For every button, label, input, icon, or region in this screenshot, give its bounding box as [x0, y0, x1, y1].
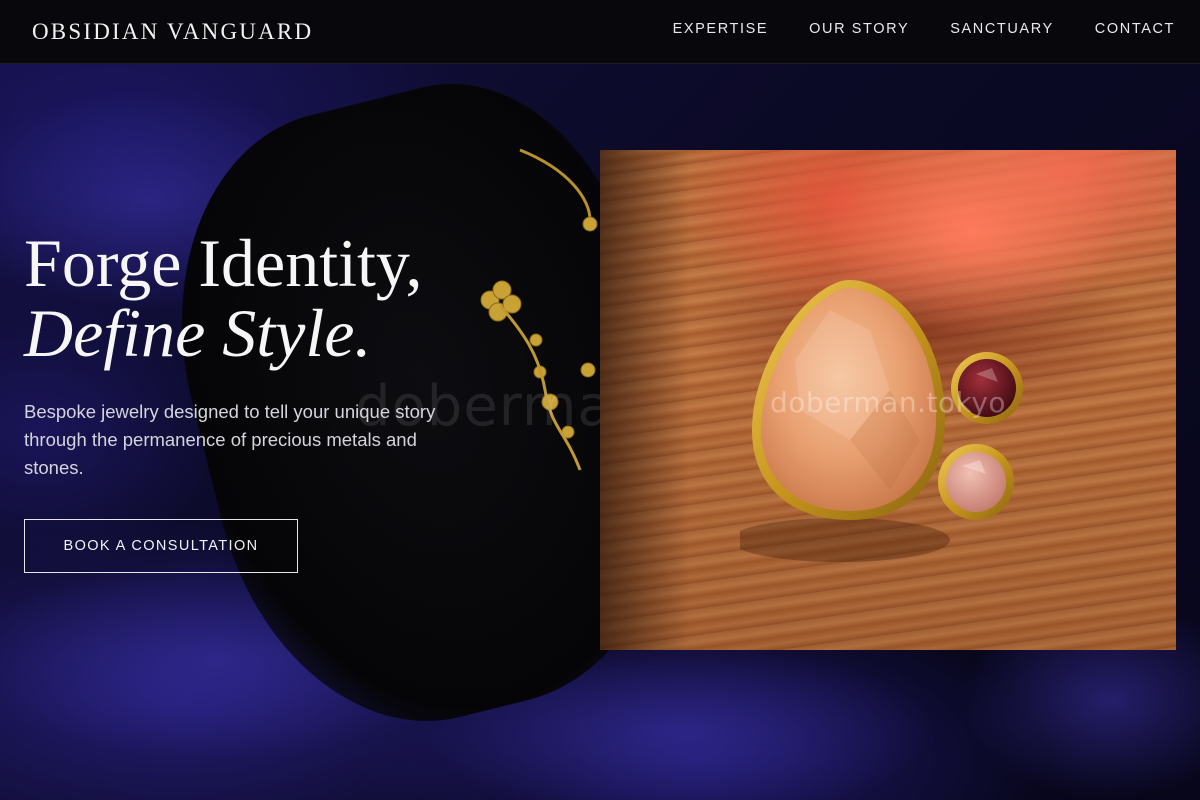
main-nav: EXPERTISE OUR STORY SANCTUARY CONTACT: [673, 21, 1175, 37]
hero-title-line2: Define Style.: [24, 295, 372, 371]
book-consultation-button[interactable]: BOOK A CONSULTATION: [24, 519, 298, 573]
nav-item-our-story[interactable]: OUR STORY: [809, 21, 909, 37]
nav-item-contact[interactable]: CONTACT: [1095, 21, 1175, 37]
hero-section: Forge Identity, Define Style. Bespoke je…: [24, 228, 504, 482]
hero-title-line1: Forge Identity,: [24, 225, 423, 301]
nav-item-expertise[interactable]: EXPERTISE: [673, 21, 769, 37]
hero-title: Forge Identity, Define Style.: [24, 228, 504, 368]
brand-logo[interactable]: OBSIDIAN VANGUARD: [32, 19, 313, 45]
nav-item-sanctuary[interactable]: SANCTUARY: [950, 21, 1054, 37]
product-watermark: doberman.tokyo: [770, 386, 1007, 419]
hero-subtitle: Bespoke jewelry designed to tell your un…: [24, 401, 436, 478]
ring-image: [740, 280, 1023, 562]
product-photo: doberman.tokyo: [600, 150, 1176, 650]
site-header: OBSIDIAN VANGUARD EXPERTISE OUR STORY SA…: [0, 0, 1200, 64]
